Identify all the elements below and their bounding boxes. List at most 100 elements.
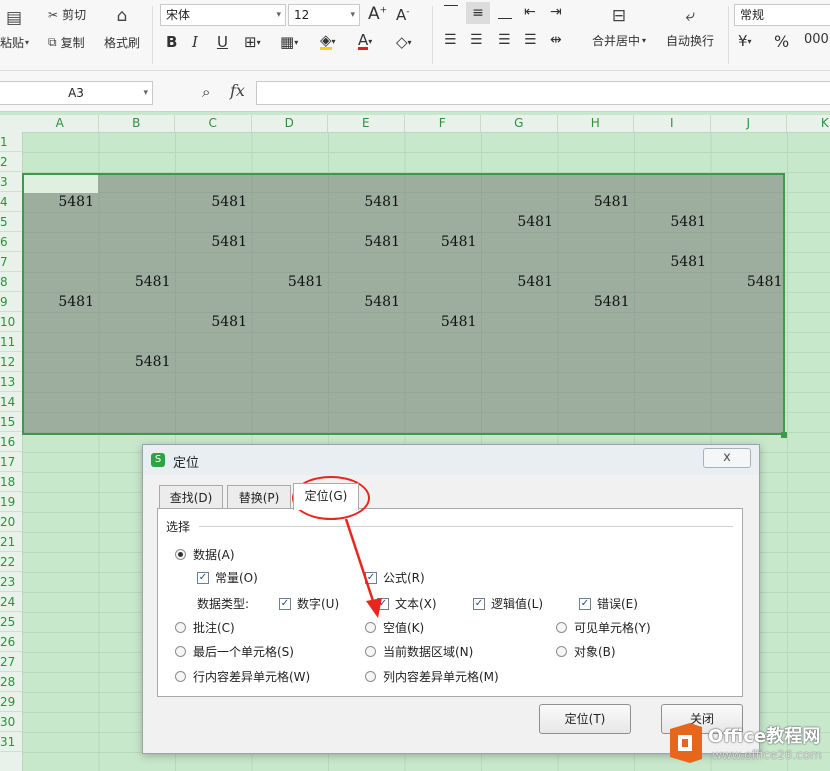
cell-value[interactable]: 5481 — [252, 272, 328, 292]
cell-value[interactable]: 5481 — [558, 292, 634, 312]
row-header[interactable]: 17 — [0, 452, 22, 472]
indent-increase-button[interactable]: ⇥ — [550, 4, 562, 20]
cell-value[interactable]: 5481 — [558, 192, 634, 212]
cell-value[interactable]: 5481 — [711, 272, 787, 292]
column-header[interactable]: C — [175, 115, 252, 132]
name-box[interactable]: A3 ▾ — [0, 81, 153, 105]
column-header[interactable]: K — [787, 115, 830, 132]
row-header[interactable]: 26 — [0, 632, 22, 652]
row-header[interactable]: 16 — [0, 432, 22, 452]
merge-center-button[interactable]: ⊟ 合并居中 ▾ — [592, 6, 646, 49]
row-header[interactable]: 19 — [0, 492, 22, 512]
row-header[interactable]: 31 — [0, 732, 22, 752]
row-header[interactable]: 30 — [0, 712, 22, 732]
row-header[interactable]: 12 — [0, 352, 22, 372]
row-header[interactable]: 11 — [0, 332, 22, 352]
decrease-font-button[interactable]: A- — [396, 6, 410, 24]
format-painter-button[interactable]: ⌂ 格式刷 — [104, 6, 140, 51]
cell-value[interactable]: 5481 — [634, 252, 710, 272]
align-middle-button[interactable]: ≡ — [466, 2, 490, 24]
copy-button[interactable]: ⧉ 复制 — [48, 34, 85, 51]
option-current-region[interactable]: 当前数据区域(N) — [365, 643, 473, 660]
font-name-select[interactable]: 宋体 ▾ — [160, 4, 286, 26]
row-header[interactable]: 23 — [0, 572, 22, 592]
underline-button[interactable]: U — [217, 33, 228, 51]
option-row-diff[interactable]: 行内容差异单元格(W) — [175, 668, 310, 685]
option-last-cell[interactable]: 最后一个单元格(S) — [175, 643, 294, 660]
row-header[interactable]: 15 — [0, 412, 22, 432]
row-header[interactable]: 21 — [0, 532, 22, 552]
check-logical[interactable]: ✓ 逻辑值(L) — [473, 595, 543, 612]
tab-goto[interactable]: 定位(G) — [293, 483, 359, 510]
cell-value[interactable]: 5481 — [328, 192, 404, 212]
insert-function-button[interactable]: fx — [230, 81, 245, 100]
column-header[interactable]: G — [481, 115, 558, 132]
option-data[interactable]: 数据(A) — [175, 546, 235, 563]
row-header[interactable]: 8 — [0, 272, 22, 292]
row-header[interactable]: 25 — [0, 612, 22, 632]
fill-handle[interactable] — [781, 432, 787, 438]
locate-button[interactable]: 定位(T) — [539, 704, 631, 734]
row-header[interactable]: 22 — [0, 552, 22, 572]
cell-value[interactable]: 5481 — [175, 192, 251, 212]
cell-value[interactable]: 5481 — [175, 312, 251, 332]
row-header[interactable]: 7 — [0, 252, 22, 272]
cut-button[interactable]: ✂ 剪切 — [48, 6, 86, 23]
align-bottom-button[interactable]: ⎽ — [498, 4, 512, 20]
cell-value[interactable]: 5481 — [22, 192, 98, 212]
percent-button[interactable]: % — [774, 32, 789, 51]
number-format-select[interactable]: 常规 — [734, 4, 830, 26]
align-left-button[interactable]: ☰ — [444, 32, 457, 48]
row-header[interactable]: 1 — [0, 132, 22, 152]
cell-value[interactable]: 5481 — [175, 232, 251, 252]
check-errors[interactable]: ✓ 错误(E) — [579, 595, 638, 612]
tab-replace[interactable]: 替换(P) — [227, 485, 291, 509]
currency-button[interactable]: ¥ ▾ — [738, 32, 752, 50]
column-header[interactable]: I — [634, 115, 711, 132]
cell-value[interactable]: 5481 — [328, 292, 404, 312]
row-header[interactable]: 20 — [0, 512, 22, 532]
column-header[interactable]: D — [252, 115, 328, 132]
cell-value[interactable]: 5481 — [328, 232, 404, 252]
cell-value[interactable]: 5481 — [481, 212, 557, 232]
cell-value[interactable]: 5481 — [99, 352, 175, 372]
align-top-button[interactable]: ⎺ — [444, 4, 458, 20]
fill-pattern-button[interactable]: ▦ ▾ — [280, 33, 298, 51]
row-header[interactable]: 6 — [0, 232, 22, 252]
row-header[interactable]: 24 — [0, 592, 22, 612]
check-text[interactable]: ✓ 文本(X) — [377, 595, 437, 612]
distribute-button[interactable]: ⇹ — [550, 32, 562, 48]
row-header[interactable]: 3 — [0, 172, 22, 192]
bold-button[interactable]: B — [166, 33, 177, 51]
row-header[interactable]: 14 — [0, 392, 22, 412]
cell-value[interactable]: 5481 — [99, 272, 175, 292]
align-center-button[interactable]: ☰ — [470, 32, 483, 48]
row-header[interactable]: 9 — [0, 292, 22, 312]
column-header[interactable]: A — [22, 115, 99, 132]
option-comments[interactable]: 批注(C) — [175, 619, 235, 636]
cell-value[interactable]: 5481 — [481, 272, 557, 292]
option-blanks[interactable]: 空值(K) — [365, 619, 424, 636]
paste-button[interactable]: ▤ 粘贴 ▾ — [0, 8, 29, 51]
check-numbers[interactable]: ✓ 数字(U) — [279, 595, 339, 612]
check-constants[interactable]: ✓ 常量(O) — [197, 569, 258, 586]
column-header[interactable]: F — [405, 115, 481, 132]
font-color-button[interactable]: A ▾ — [358, 33, 372, 50]
clear-button[interactable]: ◇ ▾ — [396, 33, 412, 51]
increase-font-button[interactable]: A+ — [368, 4, 387, 24]
row-header[interactable]: 10 — [0, 312, 22, 332]
option-visible-cells[interactable]: 可见单元格(Y) — [556, 619, 651, 636]
check-formulas[interactable]: ✓ 公式(R) — [365, 569, 425, 586]
zoom-formula-button[interactable]: ⌕ — [202, 83, 210, 101]
cell-value[interactable]: 5481 — [634, 212, 710, 232]
row-header[interactable]: 13 — [0, 372, 22, 392]
row-header[interactable]: 5 — [0, 212, 22, 232]
font-size-select[interactable]: 12 ▾ — [288, 4, 360, 26]
indent-decrease-button[interactable]: ⇤ — [524, 4, 536, 20]
column-header[interactable]: B — [99, 115, 175, 132]
select-all-corner[interactable] — [0, 115, 23, 133]
cell-value[interactable]: 5481 — [405, 312, 481, 332]
column-header[interactable]: E — [328, 115, 405, 132]
justify-button[interactable]: ☰ — [524, 32, 537, 48]
border-button[interactable]: ⊞ ▾ — [244, 33, 261, 51]
